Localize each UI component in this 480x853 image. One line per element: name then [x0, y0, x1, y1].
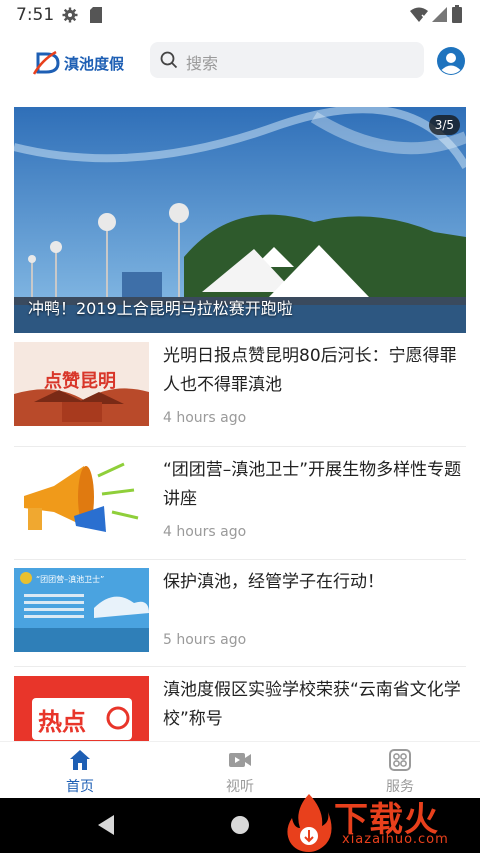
- tab-home[interactable]: 首页: [0, 742, 160, 799]
- news-title: 保护滇池，经管学子在行动！: [163, 572, 384, 592]
- news-time: 4 hours ago: [163, 524, 247, 540]
- news-time: 4 hours ago: [163, 410, 247, 426]
- grid-icon: [388, 748, 412, 776]
- divider: [14, 559, 466, 560]
- flame-logo-icon: [287, 794, 332, 852]
- logo-text: 滇池度假: [64, 54, 125, 73]
- back-icon[interactable]: [96, 814, 116, 840]
- wifi-icon: [410, 7, 428, 26]
- video-icon: [228, 748, 252, 776]
- logo-icon: [32, 50, 60, 75]
- search-bar[interactable]: 搜索: [150, 42, 424, 78]
- divider: [14, 666, 466, 667]
- thumb-text: “团团营–滇池卫士”: [36, 574, 104, 584]
- news-item[interactable]: 热点 滇池度假区实验学校荣获“云南省文化学校”称号: [14, 676, 466, 741]
- news-thumbnail: “团团营–滇池卫士”: [14, 568, 149, 652]
- sd-card-icon: [90, 7, 102, 27]
- news-title: “团团营–滇池卫士”开展生物多样性专题讲座: [163, 460, 462, 509]
- gear-icon: [62, 7, 78, 27]
- news-item[interactable]: “团团营–滇池卫士”开展生物多样性专题讲座 4 hours ago: [14, 456, 466, 546]
- user-icon: [437, 47, 465, 75]
- search-icon: [160, 51, 178, 73]
- news-thumbnail: 热点: [14, 676, 149, 741]
- thumb-text: 点赞昆明: [44, 370, 116, 392]
- home-nav-icon[interactable]: [231, 816, 249, 834]
- news-thumbnail: [14, 456, 149, 540]
- watermark-url: xiazaihuo.com: [342, 832, 449, 847]
- banner-page-indicator: 3/5: [428, 115, 460, 135]
- battery-icon: [452, 5, 462, 27]
- news-thumbnail: 点赞昆明: [14, 342, 149, 426]
- app-logo[interactable]: 滇池度假: [32, 50, 124, 76]
- news-title: 滇池度假区实验学校荣获“云南省文化学校”称号: [163, 680, 461, 729]
- banner-caption: 冲鸭！2019上合昆明马拉松赛开跑啦: [28, 299, 293, 318]
- status-bar: 7:51: [0, 0, 480, 30]
- app-header: 滇池度假 搜索: [0, 38, 480, 86]
- news-item[interactable]: 点赞昆明 光明日报点赞昆明80后河长：宁愿得罪人也不得罪滇池 4 hours a…: [14, 342, 466, 432]
- home-icon: [68, 748, 92, 776]
- banner-carousel[interactable]: 3/5 冲鸭！2019上合昆明马拉松赛开跑啦: [14, 107, 466, 333]
- status-time: 7:51: [16, 5, 55, 25]
- divider: [14, 446, 466, 447]
- tab-label: 首页: [66, 779, 94, 795]
- news-title: 光明日报点赞昆明80后河长：宁愿得罪人也不得罪滇池: [163, 346, 457, 395]
- news-time: 5 hours ago: [163, 632, 247, 648]
- thumb-text: 热点: [38, 708, 86, 736]
- news-item[interactable]: “团团营–滇池卫士” 保护滇池，经管学子在行动！ 5 hours ago: [14, 568, 466, 658]
- search-placeholder: 搜索: [186, 54, 219, 73]
- signal-icon: [432, 7, 447, 26]
- watermark: 下载火 xiazaihuo.com: [284, 790, 480, 853]
- user-avatar[interactable]: [437, 47, 465, 75]
